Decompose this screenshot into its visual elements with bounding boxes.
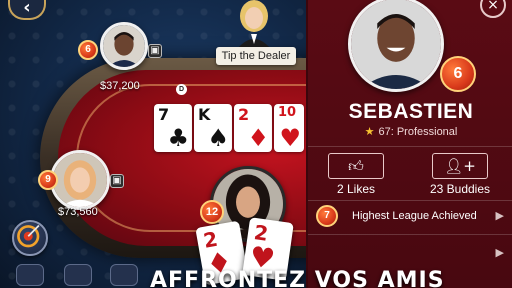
league-badge: 7 [316, 205, 338, 227]
chevron-right-icon: ▶ [495, 210, 504, 222]
add-buddy-icon: 👤︎+ [444, 157, 476, 175]
player-level-badge-top: 6 [78, 40, 98, 60]
star-icon: ★ [364, 126, 375, 138]
player-level-badge-left: 9 [38, 170, 58, 190]
promo-caption: AFFRONTEZ VOS AMIS [150, 268, 445, 288]
back-icon: ‹ [23, 0, 31, 18]
community-card: 2 ♦ [234, 104, 272, 152]
player-chips-left: $73,560 [58, 206, 98, 218]
thumbs-up-icon: 👍︎ [348, 157, 364, 175]
likes-count: 2 Likes [336, 182, 376, 196]
card-rank: K [198, 105, 211, 124]
dealer-avatar[interactable] [234, 0, 274, 48]
card-suit: ♣ [167, 124, 189, 152]
player-chips-top: $37,200 [100, 80, 140, 92]
chat-icon[interactable] [110, 264, 138, 286]
dealer-button: D [176, 84, 187, 95]
profile-avatar [348, 0, 444, 92]
profile-league: ★ 67: Professional [308, 125, 512, 138]
player-level-badge-self: 12 [200, 200, 224, 224]
achievement-text: Highest League Achieved [352, 210, 477, 222]
divider [308, 234, 512, 235]
community-card: 10 ♥ [274, 104, 304, 152]
card-rank: 2 [238, 105, 250, 124]
profile-panel: × 6 SEBASTIEN ★ 67: Professional 👍︎ 2 Lik… [306, 0, 512, 288]
card-suit: ♥ [279, 124, 301, 152]
gift-icon[interactable]: ▣ [148, 44, 162, 58]
back-button[interactable]: ‹ [8, 0, 46, 20]
profile-name: SEBASTIEN [348, 100, 474, 123]
target-icon [17, 224, 40, 248]
community-card: 7 ♣ [154, 104, 192, 152]
profile-level-badge: 6 [440, 56, 476, 92]
card-rank: 10 [278, 105, 297, 120]
divider [308, 146, 512, 147]
gift-icon[interactable]: ▣ [110, 174, 124, 188]
card-rank: 7 [158, 105, 170, 124]
league-text: 67: Professional [378, 126, 458, 138]
add-buddy-button[interactable]: 👤︎+ [432, 153, 488, 179]
community-card: K ♠ [194, 104, 232, 152]
like-button[interactable]: 👍︎ [328, 153, 384, 179]
card-suit: ♦ [247, 124, 269, 152]
profile-row[interactable]: ▶ [308, 238, 512, 270]
chevron-right-icon: ▶ [495, 247, 504, 259]
player-avatar-left[interactable] [50, 150, 110, 210]
poker-table-scene: ‹ 6 ▣ $37,200 D Tip the Dealer 7 ♣ K ♠ 2… [0, 0, 306, 288]
buddies-count: 23 Buddies [429, 182, 491, 196]
missions-button[interactable] [12, 220, 48, 256]
card-suit: ♠ [207, 124, 229, 152]
friends-button[interactable] [16, 264, 44, 286]
friends-icon[interactable] [64, 264, 92, 286]
player-avatar-top[interactable] [100, 22, 148, 70]
highest-league-row[interactable]: 7 Highest League Achieved ▶ [308, 201, 512, 233]
tip-dealer-button[interactable]: Tip the Dealer [216, 47, 296, 65]
close-icon[interactable]: × [480, 0, 506, 18]
